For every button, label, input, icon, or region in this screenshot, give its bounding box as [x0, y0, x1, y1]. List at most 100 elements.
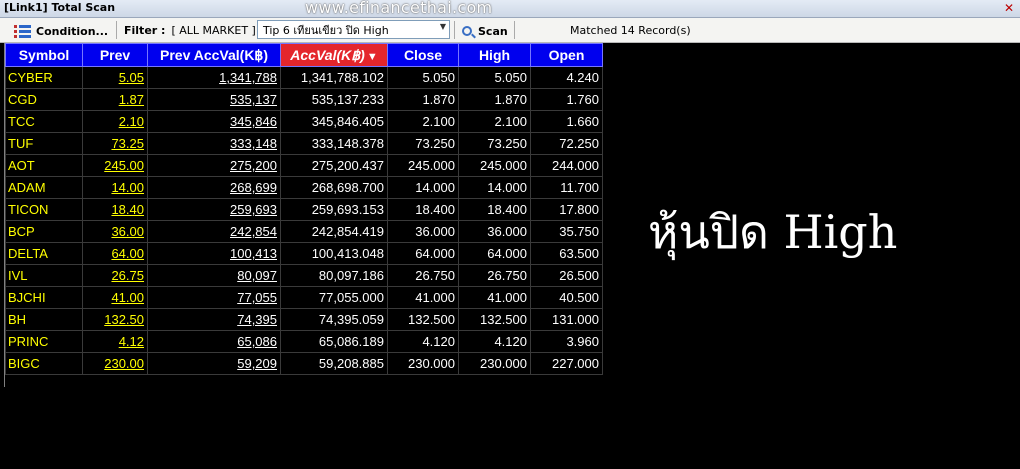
table-row[interactable]: TCC 2.10 345,846 345,846.405 2.100 2.100 1.660: [5, 110, 603, 133]
search-icon: [462, 26, 472, 36]
cell-open: 40.500: [530, 286, 603, 309]
cell-open: 63.500: [530, 242, 603, 265]
tip-select[interactable]: Tip 6 เทียนเขียว ปิด High ▼: [257, 20, 450, 39]
cell-high: 132.500: [458, 308, 531, 331]
cell-open: 244.000: [530, 154, 603, 177]
cell-prev[interactable]: 41.00: [82, 286, 148, 309]
overlay-caption: หุ้นปิด High: [648, 205, 898, 259]
cell-high: 2.100: [458, 110, 531, 133]
cell-prev[interactable]: 26.75: [82, 264, 148, 287]
table-row[interactable]: TUF 73.25 333,148 333,148.378 73.250 73.250 72…: [5, 132, 603, 155]
close-icon[interactable]: ✕: [1004, 1, 1014, 15]
cell-prev-accval[interactable]: 77,055: [147, 286, 281, 309]
column-header[interactable]: Symbol: [5, 43, 83, 67]
cell-prev[interactable]: 132.50: [82, 308, 148, 331]
column-header-label: Symbol: [18, 47, 70, 63]
table-header-row: Symbol Prev Prev AccVal(K฿) AccVal(K฿) ▼ Clos…: [5, 43, 603, 67]
sort-desc-icon: ▼: [366, 50, 378, 63]
cell-close: 36.000: [387, 220, 459, 243]
cell-prev[interactable]: 2.10: [82, 110, 148, 133]
table-row[interactable]: PRINC 4.12 65,086 65,086.189 4.120 4.120 3.960: [5, 330, 603, 353]
cell-prev-accval[interactable]: 275,200: [147, 154, 281, 177]
cell-open: 26.500: [530, 264, 603, 287]
cell-high: 14.000: [458, 176, 531, 199]
cell-prev[interactable]: 4.12: [82, 330, 148, 353]
table-row[interactable]: CYBER 5.05 1,341,788 1,341,788.102 5.050 5.05…: [5, 66, 603, 89]
cell-prev[interactable]: 230.00: [82, 352, 148, 375]
cell-symbol: BJCHI: [5, 286, 83, 309]
cell-symbol: BCP: [5, 220, 83, 243]
cell-open: 17.800: [530, 198, 603, 221]
cell-symbol: AOT: [5, 154, 83, 177]
column-header[interactable]: Close: [387, 43, 459, 67]
column-header[interactable]: Open: [530, 43, 603, 67]
cell-prev-accval[interactable]: 535,137: [147, 88, 281, 111]
column-header[interactable]: Prev: [82, 43, 148, 67]
cell-prev[interactable]: 5.05: [82, 66, 148, 89]
condition-button[interactable]: Condition...: [10, 18, 112, 44]
scan-button[interactable]: Scan: [458, 18, 512, 44]
cell-accval: 259,693.153: [280, 198, 388, 221]
column-header-sorted[interactable]: AccVal(K฿) ▼: [280, 43, 388, 67]
cell-prev-accval[interactable]: 74,395: [147, 308, 281, 331]
cell-close: 18.400: [387, 198, 459, 221]
cell-prev-accval[interactable]: 65,086: [147, 330, 281, 353]
window-titlebar: [Link1] Total Scan www.efinancethai.com …: [0, 0, 1020, 18]
cell-prev-accval[interactable]: 268,699: [147, 176, 281, 199]
cell-prev-accval[interactable]: 100,413: [147, 242, 281, 265]
toolbar: Condition... Filter : [ ALL MARKET ] Tip…: [0, 18, 1020, 43]
cell-prev[interactable]: 245.00: [82, 154, 148, 177]
condition-list-icon: [14, 23, 32, 39]
cell-close: 1.870: [387, 88, 459, 111]
cell-accval: 275,200.437: [280, 154, 388, 177]
table-row[interactable]: AOT 245.00 275,200 275,200.437 245.000 245.00…: [5, 154, 603, 177]
toolbar-divider: [116, 21, 117, 39]
cell-prev-accval[interactable]: 242,854: [147, 220, 281, 243]
cell-prev[interactable]: 73.25: [82, 132, 148, 155]
cell-high: 5.050: [458, 66, 531, 89]
table-body: CYBER 5.05 1,341,788 1,341,788.102 5.050 5.05…: [5, 66, 603, 375]
toolbar-divider: [514, 21, 515, 39]
cell-prev-accval[interactable]: 80,097: [147, 264, 281, 287]
cell-symbol: IVL: [5, 264, 83, 287]
table-row[interactable]: DELTA 64.00 100,413 100,413.048 64.000 64.000…: [5, 242, 603, 265]
cell-prev[interactable]: 14.00: [82, 176, 148, 199]
watermark-text: www.efinancethai.com: [305, 0, 493, 17]
cell-open: 3.960: [530, 330, 603, 353]
table-row[interactable]: BIGC 230.00 59,209 59,208.885 230.000 230.000…: [5, 352, 603, 375]
filter-value[interactable]: [ ALL MARKET ]: [171, 24, 255, 37]
cell-symbol: CYBER: [5, 66, 83, 89]
cell-prev-accval[interactable]: 59,209: [147, 352, 281, 375]
toolbar-divider: [454, 21, 455, 39]
column-header[interactable]: Prev AccVal(K฿): [147, 43, 281, 67]
cell-high: 4.120: [458, 330, 531, 353]
cell-open: 4.240: [530, 66, 603, 89]
table-row[interactable]: CGD 1.87 535,137 535,137.233 1.870 1.870 1.760: [5, 88, 603, 111]
condition-label: Condition...: [36, 24, 109, 38]
cell-close: 41.000: [387, 286, 459, 309]
cell-open: 227.000: [530, 352, 603, 375]
table-row[interactable]: BJCHI 41.00 77,055 77,055.000 41.000 41.000 40…: [5, 286, 603, 309]
cell-prev-accval[interactable]: 345,846: [147, 110, 281, 133]
table-row[interactable]: ADAM 14.00 268,699 268,698.700 14.000 14.000 1…: [5, 176, 603, 199]
cell-prev-accval[interactable]: 1,341,788: [147, 66, 281, 89]
cell-prev-accval[interactable]: 333,148: [147, 132, 281, 155]
cell-prev[interactable]: 36.00: [82, 220, 148, 243]
table-row[interactable]: BCP 36.00 242,854 242,854.419 36.000 36.000 35…: [5, 220, 603, 243]
filter-group: Filter : [ ALL MARKET ]: [124, 18, 256, 42]
window-title: [Link1] Total Scan: [4, 1, 116, 14]
cell-symbol: TICON: [5, 198, 83, 221]
cell-accval: 345,846.405: [280, 110, 388, 133]
cell-prev[interactable]: 64.00: [82, 242, 148, 265]
column-header[interactable]: High: [458, 43, 531, 67]
cell-accval: 65,086.189: [280, 330, 388, 353]
cell-prev-accval[interactable]: 259,693: [147, 198, 281, 221]
cell-accval: 242,854.419: [280, 220, 388, 243]
cell-prev[interactable]: 1.87: [82, 88, 148, 111]
cell-high: 64.000: [458, 242, 531, 265]
table-row[interactable]: BH 132.50 74,395 74,395.059 132.500 132.500 13…: [5, 308, 603, 331]
column-header-label: AccVal(K฿): [290, 46, 365, 63]
cell-prev[interactable]: 18.40: [82, 198, 148, 221]
table-row[interactable]: IVL 26.75 80,097 80,097.186 26.750 26.750 26.5…: [5, 264, 603, 287]
table-row[interactable]: TICON 18.40 259,693 259,693.153 18.400 18.400…: [5, 198, 603, 221]
